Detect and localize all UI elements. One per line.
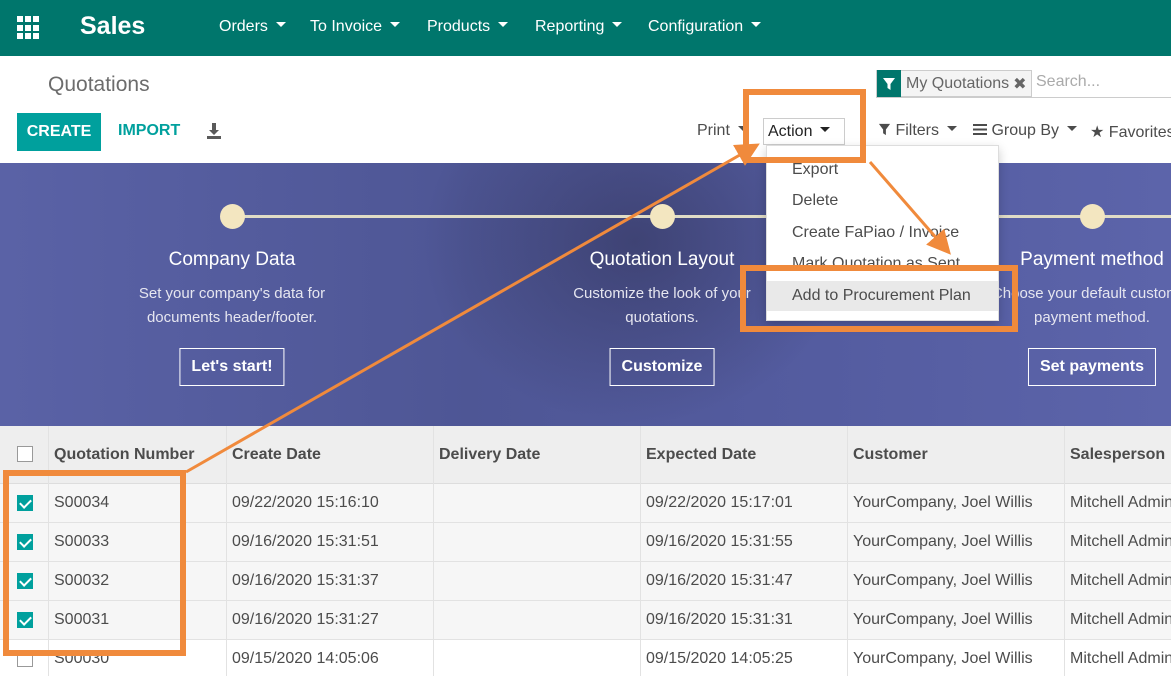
cell-customer: YourCompany, Joel Willis — [853, 611, 1033, 628]
cell-expected-date: 09/22/2020 15:17:01 — [646, 494, 793, 511]
lets-start-button[interactable]: Let's start! — [179, 348, 285, 386]
menu-to-invoice-label: To Invoice — [310, 18, 383, 35]
create-button[interactable]: CREATE — [17, 113, 101, 151]
cell-create-date: 09/22/2020 15:16:10 — [232, 494, 379, 511]
highlight-action-button — [743, 89, 866, 163]
search-facet: My Quotations ✖ — [876, 70, 1032, 97]
column-header[interactable]: Salesperson — [1070, 446, 1165, 464]
column-header[interactable]: Customer — [853, 446, 928, 464]
filter-icon — [877, 70, 901, 97]
menu-orders[interactable]: Orders — [219, 18, 286, 36]
step-dot — [650, 204, 675, 229]
caret-down-icon — [275, 22, 286, 28]
menu-reporting-label: Reporting — [535, 18, 605, 35]
step-description: Set your company's data for documents he… — [138, 285, 326, 326]
group-by-button[interactable]: Group By — [973, 122, 1078, 140]
favorites-button[interactable]: ★ Favorites — [1090, 122, 1171, 142]
menu-to-invoice[interactable]: To Invoice — [310, 18, 401, 36]
cell-expected-date: 09/15/2020 14:05:25 — [646, 650, 793, 667]
cell-salesperson: Mitchell Admin — [1070, 494, 1171, 511]
cell-create-date: 09/16/2020 15:31:37 — [232, 572, 379, 589]
import-button[interactable]: IMPORT — [118, 122, 180, 140]
print-label: Print — [697, 122, 730, 139]
step-dot — [220, 204, 245, 229]
caret-down-icon — [390, 22, 401, 28]
highlight-procurement-item — [740, 265, 1018, 332]
menu-item-delete[interactable]: Delete — [767, 186, 998, 216]
remove-facet-icon[interactable]: ✖ — [1013, 74, 1030, 94]
column-header[interactable]: Quotation Number — [54, 446, 194, 464]
favorites-label: Favorites — [1108, 124, 1171, 141]
star-icon: ★ — [1090, 124, 1105, 141]
app-name[interactable]: Sales — [80, 12, 145, 41]
caret-down-icon — [947, 126, 958, 132]
cell-salesperson: Mitchell Admin — [1070, 611, 1171, 628]
menu-products[interactable]: Products — [427, 18, 509, 36]
column-header[interactable]: Create Date — [232, 446, 321, 464]
cell-customer: YourCompany, Joel Willis — [853, 494, 1033, 511]
menu-configuration[interactable]: Configuration — [648, 18, 762, 36]
step-title: Payment method — [1020, 249, 1164, 270]
cell-salesperson: Mitchell Admin — [1070, 533, 1171, 550]
column-header[interactable]: Delivery Date — [439, 446, 540, 464]
menu-configuration-label: Configuration — [648, 18, 744, 35]
set-payments-button[interactable]: Set payments — [1027, 348, 1157, 386]
search-bar: My Quotations ✖ — [876, 70, 1171, 98]
cell-salesperson: Mitchell Admin — [1070, 650, 1171, 667]
group-by-label: Group By — [991, 122, 1060, 139]
menu-orders-label: Orders — [219, 18, 268, 35]
step-title: Quotation Layout — [589, 249, 735, 270]
cell-salesperson: Mitchell Admin — [1070, 572, 1171, 589]
breadcrumb: Quotations — [48, 73, 150, 96]
customize-button[interactable]: Customize — [609, 348, 715, 386]
caret-down-icon — [612, 22, 623, 28]
progress-line — [232, 215, 1171, 218]
cell-create-date: 09/16/2020 15:31:27 — [232, 611, 379, 628]
list-icon — [973, 124, 987, 135]
cell-create-date: 09/15/2020 14:05:06 — [232, 650, 379, 667]
caret-down-icon — [498, 22, 509, 28]
cell-customer: YourCompany, Joel Willis — [853, 572, 1033, 589]
filter-icon — [878, 123, 891, 136]
cell-expected-date: 09/16/2020 15:31:55 — [646, 533, 793, 550]
cell-customer: YourCompany, Joel Willis — [853, 650, 1033, 667]
search-input[interactable] — [1036, 73, 1171, 91]
apps-menu-icon[interactable] — [17, 16, 41, 40]
menu-products-label: Products — [427, 18, 491, 35]
highlight-selected-rows — [3, 470, 186, 656]
cell-expected-date: 09/16/2020 15:31:31 — [646, 611, 793, 628]
column-divider — [1064, 426, 1065, 676]
cell-expected-date: 09/16/2020 15:31:47 — [646, 572, 793, 589]
column-divider — [640, 426, 641, 676]
column-divider — [847, 426, 848, 676]
cell-customer: YourCompany, Joel Willis — [853, 533, 1033, 550]
select-all-checkbox[interactable] — [17, 446, 33, 462]
search-facet-label: My Quotations — [906, 74, 1010, 92]
step-title: Company Data — [168, 249, 296, 270]
column-divider — [226, 426, 227, 676]
menu-reporting[interactable]: Reporting — [535, 18, 623, 36]
step-dot — [1080, 204, 1105, 229]
menu-item-create-fapiao[interactable]: Create FaPiao / Invoice — [767, 218, 998, 248]
top-navbar: Sales Orders To Invoice Products Reporti… — [0, 0, 1171, 56]
filters-button[interactable]: Filters — [878, 122, 958, 140]
column-divider — [433, 426, 434, 676]
print-button[interactable]: Print — [697, 122, 748, 140]
download-icon[interactable] — [205, 122, 223, 140]
cell-create-date: 09/16/2020 15:31:51 — [232, 533, 379, 550]
caret-down-icon — [751, 22, 762, 28]
column-header[interactable]: Expected Date — [646, 446, 756, 464]
filters-label: Filters — [895, 122, 940, 139]
caret-down-icon — [1067, 126, 1078, 132]
